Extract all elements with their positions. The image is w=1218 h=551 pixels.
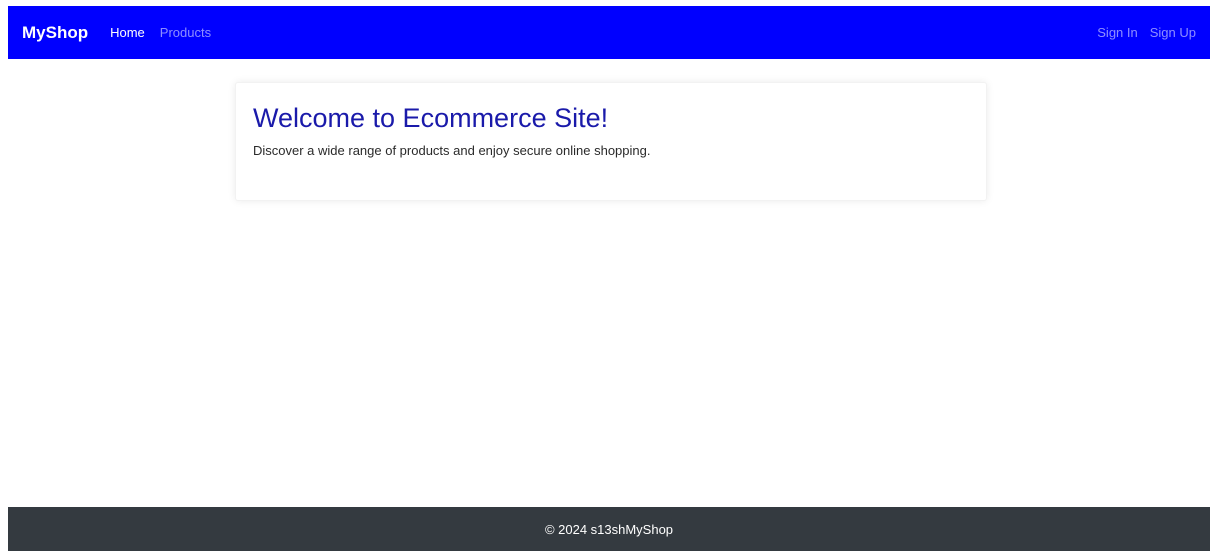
sign-in-link[interactable]: Sign In: [1097, 25, 1137, 40]
footer-copyright: © 2024 s13shMyShop: [544, 521, 674, 537]
welcome-title: Welcome to Ecommerce Site!: [253, 103, 609, 133]
auth-links: Sign In Sign Up: [1097, 25, 1196, 40]
nav-links: Home Products: [110, 25, 211, 40]
welcome-description: Discover a wide range of products and en…: [253, 143, 651, 158]
nav-link-home[interactable]: Home: [110, 25, 145, 40]
nav-link-products[interactable]: Products: [160, 25, 211, 40]
footer: © 2024 s13shMyShop: [8, 507, 1210, 551]
welcome-card: Welcome to Ecommerce Site! Discover a wi…: [235, 82, 987, 201]
brand-link[interactable]: MyShop: [22, 23, 88, 43]
page: MyShop Home Products Sign In Sign Up Wel…: [0, 0, 1218, 551]
navbar: MyShop Home Products Sign In Sign Up: [8, 6, 1210, 59]
sign-up-link[interactable]: Sign Up: [1150, 25, 1196, 40]
